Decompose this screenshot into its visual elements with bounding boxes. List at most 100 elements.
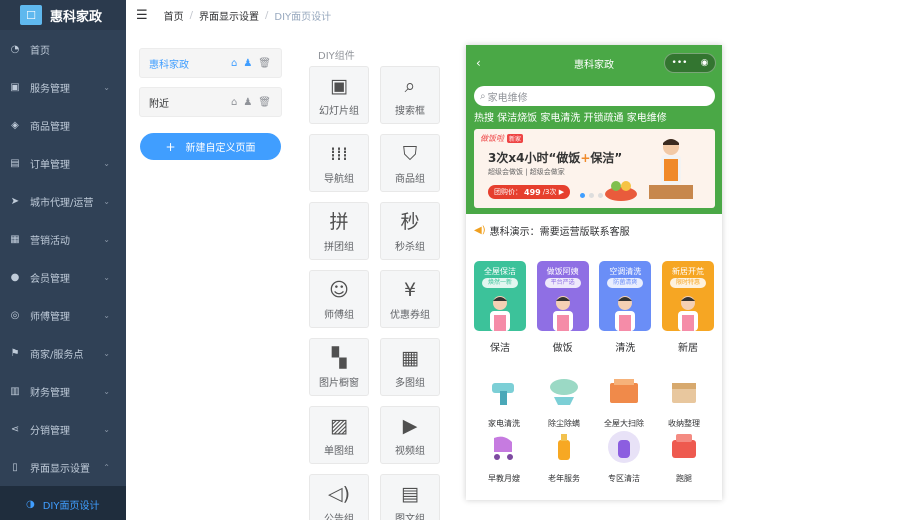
worker-icon: ◎ — [10, 309, 20, 321]
app-logo[interactable]: ☐ 惠科家政 — [0, 0, 126, 30]
component-video[interactable]: ▶ 视频组 — [380, 406, 440, 464]
vegetable-illustration-icon — [605, 181, 637, 201]
notice-text: 惠科演示：需要运营版联系客服 — [489, 227, 630, 238]
gift-icon: ▦ — [10, 233, 20, 245]
user-icon[interactable]: ♟ — [243, 58, 252, 69]
errand-icon — [666, 430, 702, 468]
back-icon[interactable]: ‹ — [476, 56, 481, 70]
app-title: 惠科家政 — [50, 9, 103, 25]
service-icon-label: 跑腿 — [676, 474, 692, 483]
service-icon-label: 收纳整理 — [668, 419, 700, 428]
service-icon-item[interactable]: 除尘除螨 — [534, 375, 594, 430]
sidebar-item-1[interactable]: ▣ 服务管理 ⌄ — [0, 68, 126, 106]
sidebar-subitem-diy-page[interactable]: ◑ DIY面页设计 — [0, 486, 126, 520]
search-placeholder: 家电维修 — [487, 92, 528, 104]
service-card[interactable]: 全屋保洁 焕然一新 保洁 — [474, 261, 526, 354]
menu-toggle-icon[interactable]: ☰ — [136, 8, 148, 23]
service-icon-item[interactable]: 全屋大扫除 — [594, 375, 654, 430]
home-icon[interactable]: ⌂ — [231, 58, 237, 69]
banner-price-pill[interactable]: 团购价： 499/3次 ▶ — [488, 185, 571, 199]
component-label: 公告组 — [324, 513, 354, 520]
briefcase-icon: ▣ — [10, 81, 20, 93]
service-card-pill: 焕然一新 — [482, 278, 518, 288]
new-custom-page-label: 新建自定义页面 — [185, 143, 256, 154]
user-icon[interactable]: ♟ — [243, 97, 252, 108]
service-icon-label: 早教月嫂 — [488, 474, 520, 483]
sidebar-item-label: 城市代理/运营 — [30, 197, 94, 209]
chevron-icon: ⌄ — [103, 272, 110, 282]
service-card[interactable]: 新居开荒 限时特惠 新居 — [661, 261, 714, 354]
service-icon-label: 专区清洁 — [608, 474, 640, 483]
component-group-buy[interactable]: 拼拼团组 — [309, 202, 369, 260]
sidebar-item-5[interactable]: ▦ 营销活动 ⌄ — [0, 220, 126, 258]
sidebar-item-9[interactable]: ▥ 财务管理 ⌄ — [0, 372, 126, 410]
service-cards: 全屋保洁 焕然一新 保洁 做饭阿姨 平台严选 做饭 空调清洗 防菌清爽 清洗 新居开荒 限时特惠 新居 — [474, 261, 714, 354]
sidebar-item-11[interactable]: ▯ 界面显示设置 ⌃ — [0, 448, 126, 486]
sidebar: ☐ 惠科家政 ◔ 首页 ▣ 服务管理 ⌄ ◈ 商品管理 ▤ 订单管理 ⌄ ➤ 城市代理/运营 ⌄ ▦ 营销活… — [0, 0, 126, 520]
service-icon-label: 全屋大扫除 — [604, 419, 644, 428]
component-label: 导航组 — [324, 173, 354, 185]
component-nav-grid[interactable]: ⁞⁞⁞ 导航组 — [309, 134, 369, 192]
sidebar-item-3[interactable]: ▤ 订单管理 ⌄ — [0, 144, 126, 182]
sidebar-item-6[interactable]: ● 会员管理 ⌄ — [0, 258, 126, 296]
delete-icon[interactable]: 🗑 — [258, 58, 271, 69]
component-coupon[interactable]: ¥ 优惠券组 — [380, 270, 440, 328]
component-announcement[interactable]: ◁) 公告组 — [309, 474, 369, 520]
phone-search-input[interactable]: ⌕ 家电维修 — [474, 86, 715, 106]
chevron-icon: ⌄ — [103, 386, 110, 396]
delete-icon[interactable]: 🗑 — [258, 97, 271, 108]
page-item-huike[interactable]: 惠科家政 ⌂ ♟ 🗑 — [139, 48, 282, 78]
dashboard-icon: ◔ — [10, 43, 20, 55]
component-shopping-bag[interactable]: ⛉ 商品组 — [380, 134, 440, 192]
order-icon: ▤ — [10, 157, 20, 169]
component-image-text[interactable]: ▤ 图文组 — [380, 474, 440, 520]
component-flash-sale[interactable]: 秒秒杀组 — [380, 202, 440, 260]
sidebar-item-2[interactable]: ◈ 商品管理 — [0, 106, 126, 144]
notice-bar[interactable]: ◀) 惠科演示：需要运营版联系客服 — [474, 223, 630, 238]
sidebar-item-4[interactable]: ➤ 城市代理/运营 ⌄ — [0, 182, 126, 220]
component-multi-image[interactable]: ▦ 多图组 — [380, 338, 440, 396]
component-worker-avatar[interactable]: ☺ 师傅组 — [309, 270, 369, 328]
sidebar-menu: ◔ 首页 ▣ 服务管理 ⌄ ◈ 商品管理 ▤ 订单管理 ⌄ ➤ 城市代理/运营 ⌄ ▦ 营销活动 ⌄ ● 会员管理… — [0, 30, 126, 486]
carousel-dot[interactable] — [580, 193, 585, 198]
service-icon-item[interactable]: 老年服务 — [534, 430, 594, 485]
page-item-nearby[interactable]: 附近 ⌂ ♟ 🗑 — [139, 87, 282, 117]
hot-search-text[interactable]: 热搜 保洁烧饭 家电清洗 开锁疏通 家电维修 — [474, 109, 667, 124]
component-label: 幻灯片组 — [319, 105, 359, 117]
banner-badge: 新家 — [507, 134, 524, 143]
new-custom-page-button[interactable]: + 新建自定义页面 — [140, 133, 281, 160]
carousel-dot[interactable] — [598, 193, 603, 198]
service-card[interactable]: 空调清洗 防菌清爽 清洗 — [599, 261, 652, 354]
component-image-showcase[interactable]: ▚ 图片橱窗 — [309, 338, 369, 396]
component-label: 图文组 — [395, 513, 425, 520]
component-label: 拼团组 — [324, 241, 354, 253]
detergent-icon — [606, 430, 642, 468]
component-slideshow[interactable]: ▣ 幻灯片组 — [309, 66, 369, 124]
service-icon-item[interactable]: 早教月嫂 — [474, 430, 534, 485]
close-target-icon[interactable]: ◉ — [701, 58, 709, 68]
sidebar-item-8[interactable]: ⚑ 商家/服务点 ⌄ — [0, 334, 126, 372]
sidebar-item-10[interactable]: ⋖ 分销管理 ⌄ — [0, 410, 126, 448]
component-search[interactable]: ⌕ 搜索框 — [380, 66, 440, 124]
service-icon-item[interactable]: 专区清洁 — [594, 430, 654, 485]
worker-avatar-icon: ☺ — [329, 278, 349, 301]
sidebar-item-label: 师傅管理 — [30, 311, 70, 323]
worker-figure-icon — [490, 296, 510, 331]
service-icon-item[interactable]: 跑腿 — [654, 430, 714, 485]
cleaning-box-icon — [606, 375, 642, 413]
more-icon[interactable]: ••• — [672, 58, 688, 68]
carousel-dot[interactable] — [589, 193, 594, 198]
sidebar-item-0[interactable]: ◔ 首页 — [0, 30, 126, 68]
capsule-menu[interactable]: ••• ◉ — [664, 53, 716, 73]
home-icon[interactable]: ⌂ — [231, 97, 237, 108]
page-item-label: 惠科家政 — [149, 59, 189, 71]
service-icon-item[interactable]: 收纳整理 — [654, 375, 714, 430]
sidebar-item-7[interactable]: ◎ 师傅管理 ⌄ — [0, 296, 126, 334]
component-label: 图片橱窗 — [319, 377, 359, 389]
diy-icon: ◑ — [26, 498, 35, 510]
service-card[interactable]: 做饭阿姨 平台严选 做饭 — [536, 261, 589, 354]
component-single-image[interactable]: ▨ 单图组 — [309, 406, 369, 464]
service-icon-item[interactable]: 家电清洗 — [474, 375, 534, 430]
breadcrumb-display-settings[interactable]: 界面显示设置 — [199, 8, 259, 23]
breadcrumb-home[interactable]: 首页 — [164, 8, 184, 23]
